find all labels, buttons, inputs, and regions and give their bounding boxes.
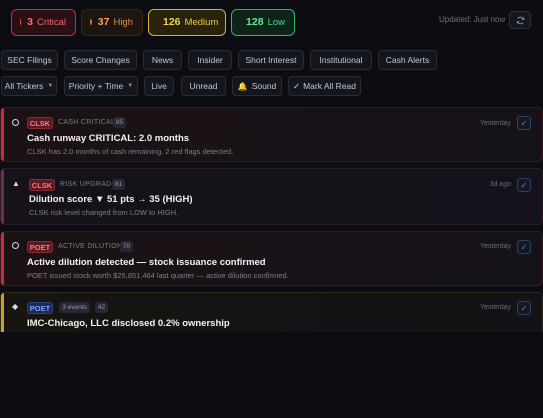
high-label: High [113, 16, 133, 28]
tab-insider[interactable]: Insider [188, 50, 232, 70]
check-icon: ✓ [520, 180, 528, 190]
ticker-badge[interactable]: POET [27, 241, 53, 253]
severity-filter-low[interactable]: 128 Low [231, 8, 295, 36]
medium-label: Medium [184, 16, 219, 28]
tab-news[interactable]: News [143, 50, 182, 70]
alert-card[interactable]: ◆ POET 3 events 42 Yesterday ✓ IMC-Chica… [0, 292, 543, 332]
critical-count: 3 [27, 16, 33, 28]
alert-title: Active dilution detected — stock issuanc… [27, 257, 266, 268]
alert-type: RISK UPGRADE [60, 181, 117, 188]
alert-description: POET issued stock worth $25,851,464 last… [27, 271, 289, 280]
score-badge: 70 [120, 241, 133, 252]
low-count: 128 [246, 16, 264, 28]
sort-select-value: Priority + Time [68, 81, 124, 91]
sound-label: Sound [251, 81, 277, 91]
chevron-down-icon: ▼ [127, 83, 134, 89]
alert-type: ACTIVE DILUTION [58, 243, 123, 250]
severity-filter-medium[interactable]: 126 Medium [148, 8, 226, 36]
alert-time: Yesterday [480, 243, 511, 250]
tab-sec-filings[interactable]: SEC Filings [1, 50, 58, 70]
filter-bar: All Tickers ▼ Priority + Time ▼ Live Unr… [0, 76, 543, 96]
high-count: 37 [97, 16, 110, 28]
critical-label: Critical [36, 16, 66, 28]
tab-cash-alerts[interactable]: Cash Alerts [378, 50, 437, 70]
chevron-down-icon: ▼ [47, 83, 54, 89]
mark-read-button[interactable]: ✓ [517, 240, 531, 254]
unread-ring-icon [12, 119, 19, 126]
mark-all-read-label: Mark All Read [303, 81, 357, 91]
sound-toggle[interactable]: 🔔 Sound [232, 76, 282, 96]
alert-time: 3d ago [489, 181, 511, 188]
triangle-up-icon: ▲ [12, 179, 20, 188]
severity-accent [1, 232, 4, 285]
alert-description: CLSK has 2.0 months of cash remaining. 2… [27, 147, 234, 156]
updated-timestamp: Updated: Just now [439, 15, 506, 24]
low-label: Low [267, 16, 285, 28]
diamond-icon: ◆ [12, 302, 19, 311]
alert-type: CASH CRITICAL [58, 119, 116, 126]
mark-read-button[interactable]: ✓ [517, 178, 531, 192]
check-icon: ✓ [520, 118, 528, 128]
severity-filter-critical[interactable]: 3 Critical [11, 8, 76, 36]
bell-icon: 🔔 [237, 81, 248, 91]
alert-description: CLSK risk level changed from LOW to HIGH… [29, 208, 179, 217]
check-icon: ✓ [520, 242, 528, 252]
category-tabs: SEC Filings Score Changes News Insider S… [0, 50, 543, 70]
refresh-icon [516, 16, 524, 24]
alert-time: Yesterday [480, 304, 511, 311]
score-badge: 81 [112, 179, 125, 190]
ticker-badge[interactable]: POET [27, 302, 53, 314]
sort-select[interactable]: Priority + Time ▼ [64, 76, 138, 96]
mark-read-button[interactable]: ✓ [517, 116, 531, 130]
alert-title: IMC-Chicago, LLC disclosed 0.2% ownershi… [27, 318, 230, 329]
tab-institutional[interactable]: Institutional [310, 50, 372, 70]
check-icon: ✓ [520, 303, 528, 313]
tab-score-changes[interactable]: Score Changes [64, 50, 137, 70]
ticker-badge[interactable]: CLSK [27, 117, 53, 129]
severity-accent [1, 293, 4, 332]
ticker-badge[interactable]: CLSK [29, 179, 55, 191]
medium-count: 126 [163, 16, 181, 28]
event-count-badge: 3 events [59, 302, 90, 313]
ticker-select[interactable]: All Tickers ▼ [1, 76, 57, 96]
unread-ring-icon [12, 242, 19, 249]
score-badge: 42 [95, 302, 108, 313]
alert-card[interactable]: CLSK CASH CRITICAL 95 Yesterday ✓ Cash r… [0, 107, 543, 162]
unread-toggle[interactable]: Unread [181, 76, 226, 96]
alert-card[interactable]: ▲ CLSK RISK UPGRADE 81 3d ago ✓ Dilution… [0, 168, 543, 225]
score-badge: 95 [113, 117, 126, 128]
alert-title: Dilution score ▼ 51 pts → 35 (HIGH) [29, 194, 193, 205]
ticker-select-value: All Tickers [4, 81, 44, 91]
mark-read-button[interactable]: ✓ [517, 301, 531, 315]
alert-card[interactable]: POET ACTIVE DILUTION 70 Yesterday ✓ Acti… [0, 231, 543, 286]
critical-dot-icon [20, 19, 22, 25]
refresh-button[interactable] [509, 11, 531, 29]
severity-accent [1, 169, 4, 224]
tab-short-interest[interactable]: Short Interest [238, 50, 304, 70]
mark-all-read-button[interactable]: ✓ Mark All Read [288, 76, 361, 96]
high-dot-icon [90, 19, 92, 25]
severity-accent [1, 108, 4, 161]
alert-title: Cash runway CRITICAL: 2.0 months [27, 133, 190, 144]
live-toggle[interactable]: Live [144, 76, 174, 96]
alert-time: Yesterday [480, 120, 511, 127]
check-icon: ✓ [292, 80, 301, 91]
severity-filter-high[interactable]: 37 High [81, 8, 143, 36]
